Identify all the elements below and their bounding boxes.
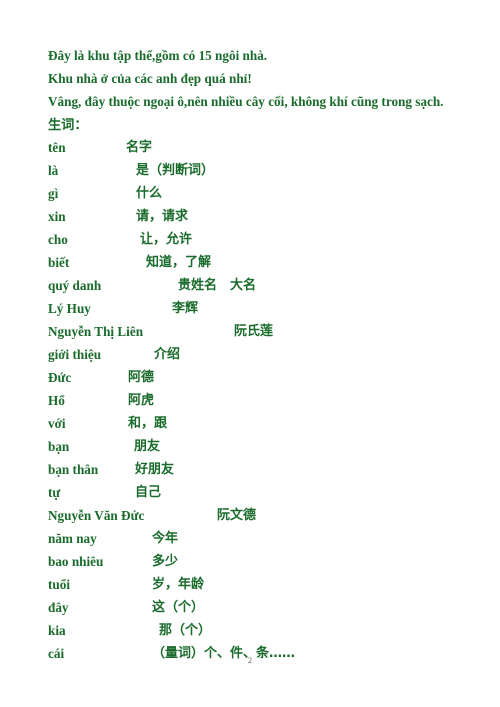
- vocabulary-term: biết: [48, 255, 70, 270]
- vocabulary-entry: gì 什么: [48, 182, 460, 205]
- vocabulary-gloss: 李辉: [172, 301, 199, 316]
- vocabulary-entry: biết 知道，了解: [48, 251, 460, 274]
- document-body: Đây là khu tập thể,gồm có 15 ngôi nhà. K…: [48, 44, 460, 665]
- document-page: Đây là khu tập thể,gồm có 15 ngôi nhà. K…: [0, 0, 500, 707]
- vocabulary-heading: 生词：: [48, 117, 88, 132]
- vocabulary-gloss: 朋友: [134, 439, 161, 454]
- vocabulary-list: tên 名字 là 是（判断词） gì 什么 xin 请，请求 cho 让，允许 biết 知道，了解…: [48, 136, 460, 665]
- vocabulary-term: Hổ: [48, 393, 65, 408]
- vocabulary-entry: Hổ 阿虎: [48, 389, 460, 412]
- page-number: 2: [248, 656, 252, 665]
- vocabulary-term: với: [48, 416, 66, 431]
- vocabulary-term: Nguyễn Thị Liên: [48, 324, 144, 339]
- vocabulary-entry: Nguyễn Thị Liên 阮氏莲: [48, 320, 460, 343]
- vocabulary-gloss: 阿德: [128, 370, 155, 385]
- vocabulary-entry: năm nay 今年: [48, 527, 460, 550]
- vocabulary-entry: là 是（判断词）: [48, 159, 460, 182]
- vocabulary-term: quý danh: [48, 278, 102, 293]
- paragraph-2: Khu nhà ở của các anh đẹp quá nhỉ!: [48, 71, 252, 86]
- vocabulary-gloss: 什么: [136, 186, 163, 201]
- vocabulary-gloss: 和，跟: [128, 416, 168, 431]
- vocabulary-gloss: 好朋友: [135, 462, 175, 477]
- vocabulary-gloss: 介绍: [154, 347, 181, 362]
- vocabulary-entry: kia 那（个）: [48, 619, 460, 642]
- vocabulary-entry: quý danh 贵姓名 大名: [48, 274, 460, 297]
- vocabulary-entry: bạn 朋友: [48, 435, 460, 458]
- vocabulary-gloss: 自己: [135, 485, 162, 500]
- vocabulary-gloss: 那（个）: [159, 623, 212, 638]
- vocabulary-entry: Lý Huy 李辉: [48, 297, 460, 320]
- vocabulary-gloss: 贵姓名 大名: [178, 278, 257, 293]
- paragraph-1: Đây là khu tập thể,gồm có 15 ngôi nhà.: [48, 48, 268, 63]
- vocabulary-entry: bạn thân 好朋友: [48, 458, 460, 481]
- vocabulary-gloss: 阮氏莲: [234, 324, 274, 339]
- vocabulary-entry: với 和，跟: [48, 412, 460, 435]
- vocabulary-entry: tự 自己: [48, 481, 460, 504]
- vocabulary-term: là: [48, 163, 59, 178]
- vocabulary-entry: giới thiệu 介绍: [48, 343, 460, 366]
- vocabulary-gloss: 岁，年龄: [152, 577, 205, 592]
- vocabulary-gloss: 这（个）: [152, 600, 205, 615]
- vocabulary-gloss: 知道，了解: [146, 255, 212, 270]
- vocabulary-term: tự: [48, 485, 61, 500]
- vocabulary-gloss: 请，请求: [136, 209, 189, 224]
- page-footer: 2: [0, 650, 500, 668]
- vocabulary-term: tuổi: [48, 577, 70, 592]
- vocabulary-term: tên: [48, 140, 66, 155]
- vocabulary-gloss: 阿虎: [128, 393, 155, 408]
- vocabulary-entry: tên 名字: [48, 136, 460, 159]
- vocabulary-gloss: 让，允许: [140, 232, 193, 247]
- vocabulary-gloss: 今年: [152, 531, 179, 546]
- vocabulary-term: giới thiệu: [48, 347, 102, 362]
- vocabulary-term: bạn thân: [48, 462, 99, 477]
- vocabulary-term: xin: [48, 209, 66, 224]
- vocabulary-entry: đây 这（个）: [48, 596, 460, 619]
- vocabulary-entry: Nguyễn Văn Đức 阮文德: [48, 504, 460, 527]
- vocabulary-entry: cho 让，允许: [48, 228, 460, 251]
- vocabulary-term: bạn: [48, 439, 70, 454]
- vocabulary-gloss: 阮文德: [217, 508, 257, 523]
- vocabulary-term: Đức: [48, 370, 72, 385]
- vocabulary-term: kia: [48, 623, 66, 638]
- vocabulary-term: gì: [48, 186, 59, 201]
- vocabulary-term: Nguyễn Văn Đức: [48, 508, 145, 523]
- vocabulary-gloss: 名字: [126, 140, 153, 155]
- vocabulary-term: đây: [48, 600, 69, 615]
- vocabulary-entry: Đức 阿德: [48, 366, 460, 389]
- vocabulary-term: năm nay: [48, 531, 97, 546]
- vocabulary-gloss: 是（判断词）: [136, 163, 215, 178]
- vocabulary-term: cho: [48, 232, 68, 247]
- vocabulary-term: bao nhiêu: [48, 554, 104, 569]
- vocabulary-entry: tuổi 岁，年龄: [48, 573, 460, 596]
- vocabulary-entry: bao nhiêu 多少: [48, 550, 460, 573]
- vocabulary-entry: xin 请，请求: [48, 205, 460, 228]
- vocabulary-term: Lý Huy: [48, 301, 91, 316]
- vocabulary-gloss: 多少: [152, 554, 179, 569]
- paragraph-3: Vâng, đây thuộc ngoại ô,nên nhiều cây cố…: [48, 94, 444, 109]
